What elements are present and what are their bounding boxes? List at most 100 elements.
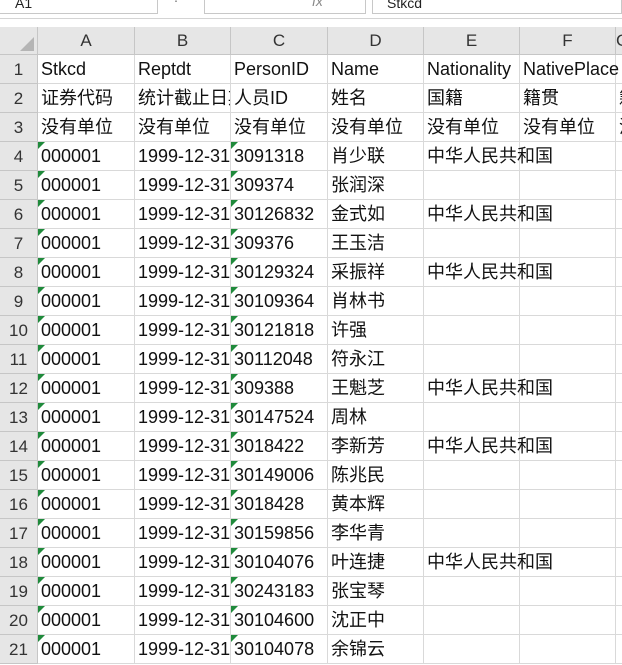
cell-e11[interactable] [424, 345, 520, 374]
cell-a17[interactable]: 000001 [38, 519, 135, 548]
cell-b18[interactable]: 1999-12-31 [135, 548, 231, 577]
name-box[interactable]: A1 [0, 0, 158, 14]
cell-a10[interactable]: 000001 [38, 316, 135, 345]
row-header-5[interactable]: 5 [0, 171, 38, 200]
cell-d17[interactable]: 李华青 [328, 519, 424, 548]
cell-c8[interactable]: 30129324 [231, 258, 328, 287]
cell-d11[interactable]: 符永江 [328, 345, 424, 374]
cell-g11[interactable] [616, 345, 622, 374]
cell-b6[interactable]: 1999-12-31 [135, 200, 231, 229]
cell-b5[interactable]: 1999-12-31 [135, 171, 231, 200]
cell-b1[interactable]: Reptdt [135, 55, 231, 84]
number-as-text-indicator-icon[interactable] [231, 548, 238, 555]
number-as-text-indicator-icon[interactable] [38, 403, 45, 410]
number-as-text-indicator-icon[interactable] [38, 345, 45, 352]
number-as-text-indicator-icon[interactable] [231, 229, 238, 236]
row-header-10[interactable]: 10 [0, 316, 38, 345]
cell-e6[interactable]: 中华人民共和国 [424, 200, 553, 229]
number-as-text-indicator-icon[interactable] [38, 461, 45, 468]
cell-g12[interactable] [616, 374, 622, 403]
cell-f2[interactable]: 籍贯 [520, 84, 616, 113]
cell-a3[interactable]: 没有单位 [38, 113, 135, 142]
cell-c1[interactable]: PersonID [231, 55, 328, 84]
number-as-text-indicator-icon[interactable] [231, 316, 238, 323]
cell-c18[interactable]: 30104076 [231, 548, 328, 577]
cell-f10[interactable] [520, 316, 616, 345]
cell-d19[interactable]: 张宝琴 [328, 577, 424, 606]
number-as-text-indicator-icon[interactable] [38, 432, 45, 439]
cell-a4[interactable]: 000001 [38, 142, 135, 171]
row-header-8[interactable]: 8 [0, 258, 38, 287]
row-header-17[interactable]: 17 [0, 519, 38, 548]
cell-b15[interactable]: 1999-12-31 [135, 461, 231, 490]
cell-b8[interactable]: 1999-12-31 [135, 258, 231, 287]
number-as-text-indicator-icon[interactable] [231, 490, 238, 497]
cell-e9[interactable] [424, 287, 520, 316]
cell-e12[interactable]: 中华人民共和国 [424, 374, 553, 403]
cell-c14[interactable]: 3018422 [231, 432, 328, 461]
cell-c13[interactable]: 30147524 [231, 403, 328, 432]
row-header-7[interactable]: 7 [0, 229, 38, 258]
cell-b9[interactable]: 1999-12-31 [135, 287, 231, 316]
cell-d18[interactable]: 叶连捷 [328, 548, 424, 577]
cell-e13[interactable] [424, 403, 520, 432]
cell-a12[interactable]: 000001 [38, 374, 135, 403]
cell-c11[interactable]: 30112048 [231, 345, 328, 374]
number-as-text-indicator-icon[interactable] [231, 577, 238, 584]
cell-b2[interactable]: 统计截止日期 [135, 84, 231, 113]
cell-b14[interactable]: 1999-12-31 [135, 432, 231, 461]
number-as-text-indicator-icon[interactable] [231, 461, 238, 468]
cell-c12[interactable]: 309388 [231, 374, 328, 403]
cell-b20[interactable]: 1999-12-31 [135, 606, 231, 635]
column-header-a[interactable]: A [38, 27, 135, 55]
number-as-text-indicator-icon[interactable] [231, 287, 238, 294]
number-as-text-indicator-icon[interactable] [38, 635, 45, 642]
cell-b11[interactable]: 1999-12-31 [135, 345, 231, 374]
cell-g10[interactable] [616, 316, 622, 345]
column-header-f[interactable]: F [520, 27, 616, 55]
cell-d2[interactable]: 姓名 [328, 84, 424, 113]
row-header-21[interactable]: 21 [0, 635, 38, 664]
cell-a21[interactable]: 000001 [38, 635, 135, 664]
column-header-b[interactable]: B [135, 27, 231, 55]
row-header-9[interactable]: 9 [0, 287, 38, 316]
number-as-text-indicator-icon[interactable] [231, 258, 238, 265]
cell-a13[interactable]: 000001 [38, 403, 135, 432]
cell-e10[interactable] [424, 316, 520, 345]
row-header-2[interactable]: 2 [0, 84, 38, 113]
cell-d14[interactable]: 李新芳 [328, 432, 424, 461]
number-as-text-indicator-icon[interactable] [231, 606, 238, 613]
formula-input[interactable]: Stkcd [372, 0, 622, 14]
cell-c15[interactable]: 30149006 [231, 461, 328, 490]
cell-g21[interactable] [616, 635, 622, 664]
cell-d8[interactable]: 采振祥 [328, 258, 424, 287]
cell-b16[interactable]: 1999-12-31 [135, 490, 231, 519]
number-as-text-indicator-icon[interactable] [38, 142, 45, 149]
cell-g8[interactable] [616, 258, 622, 287]
cell-d16[interactable]: 黄本辉 [328, 490, 424, 519]
cell-c21[interactable]: 30104078 [231, 635, 328, 664]
cell-a7[interactable]: 000001 [38, 229, 135, 258]
number-as-text-indicator-icon[interactable] [231, 403, 238, 410]
cell-g6[interactable] [616, 200, 622, 229]
cell-a16[interactable]: 000001 [38, 490, 135, 519]
column-header-g[interactable]: G [616, 27, 622, 55]
cell-f17[interactable] [520, 519, 616, 548]
number-as-text-indicator-icon[interactable] [231, 142, 238, 149]
cell-e14[interactable]: 中华人民共和国 [424, 432, 553, 461]
cell-g3[interactable]: 没 [616, 113, 622, 142]
cell-c19[interactable]: 30243183 [231, 577, 328, 606]
cell-d7[interactable]: 王玉洁 [328, 229, 424, 258]
number-as-text-indicator-icon[interactable] [231, 200, 238, 207]
row-header-6[interactable]: 6 [0, 200, 38, 229]
insert-function-icon[interactable]: fx [312, 0, 323, 9]
cell-f13[interactable] [520, 403, 616, 432]
row-header-15[interactable]: 15 [0, 461, 38, 490]
cell-g20[interactable] [616, 606, 622, 635]
cell-g9[interactable] [616, 287, 622, 316]
cell-d20[interactable]: 沈正中 [328, 606, 424, 635]
cell-e1[interactable]: Nationality [424, 55, 520, 84]
cell-f7[interactable] [520, 229, 616, 258]
cell-e19[interactable] [424, 577, 520, 606]
number-as-text-indicator-icon[interactable] [38, 490, 45, 497]
